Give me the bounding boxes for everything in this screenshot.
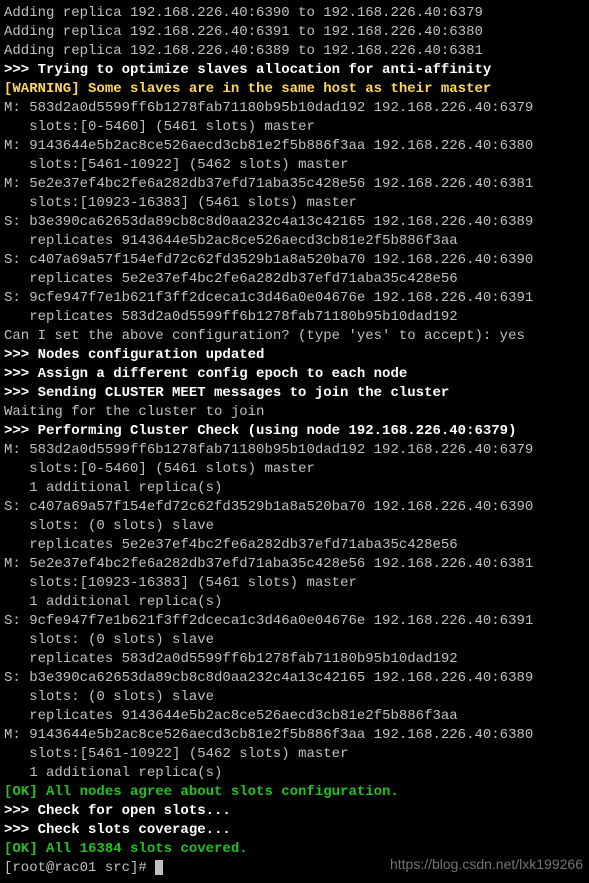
node-line: slots:[0-5460] (5461 slots) master [4,118,585,137]
node-line: S: 9cfe947f7e1b621f3ff2dceca1c3d46a0e046… [4,612,585,631]
node-line: slots: (0 slots) slave [4,631,585,650]
node-line: S: 9cfe947f7e1b621f3ff2dceca1c3d46a0e046… [4,289,585,308]
status-updated: >>> Nodes configuration updated [4,346,585,365]
node-line: M: 9143644e5b2ac8ce526aecd3cb81e2f5b886f… [4,137,585,156]
prompt-text: [root@rac01 src]# [4,860,155,876]
node-line: 1 additional replica(s) [4,593,585,612]
check-open-slots: >>> Check for open slots... [4,802,585,821]
node-line: M: 9143644e5b2ac8ce526aecd3cb81e2f5b886f… [4,726,585,745]
node-line: slots:[5461-10922] (5462 slots) master [4,156,585,175]
node-line: replicates 5e2e37ef4bc2fe6a282db37efd71a… [4,270,585,289]
warning-line: [WARNING] Some slaves are in the same ho… [4,80,585,99]
waiting-line: Waiting for the cluster to join [4,403,585,422]
log-line: Adding replica 192.168.226.40:6389 to 19… [4,42,585,61]
watermark-text: https://blog.csdn.net/lxk199266 [390,855,583,874]
node-line: S: c407a69a57f154efd72c62fd3529b1a8a520b… [4,251,585,270]
node-line: slots:[10923-16383] (5461 slots) master [4,194,585,213]
confirm-prompt: Can I set the above configuration? (type… [4,327,585,346]
log-line: Adding replica 192.168.226.40:6391 to 19… [4,23,585,42]
node-line: S: b3e390ca62653da89cb8c8d0aa232c4a13c42… [4,669,585,688]
node-line: M: 583d2a0d5599ff6b1278fab71180b95b10dad… [4,441,585,460]
node-line: replicates 9143644e5b2ac8ce526aecd3cb81e… [4,232,585,251]
node-line: S: c407a69a57f154efd72c62fd3529b1a8a520b… [4,498,585,517]
status-optimize: >>> Trying to optimize slaves allocation… [4,61,585,80]
check-coverage: >>> Check slots coverage... [4,821,585,840]
node-line: S: b3e390ca62653da89cb8c8d0aa232c4a13c42… [4,213,585,232]
node-line: 1 additional replica(s) [4,764,585,783]
node-line: slots:[10923-16383] (5461 slots) master [4,574,585,593]
node-line: replicates 9143644e5b2ac8ce526aecd3cb81e… [4,707,585,726]
log-line: Adding replica 192.168.226.40:6390 to 19… [4,4,585,23]
node-line: M: 583d2a0d5599ff6b1278fab71180b95b10dad… [4,99,585,118]
node-line: replicates 583d2a0d5599ff6b1278fab71180b… [4,308,585,327]
warning-text: Some slaves are in the same host as thei… [80,81,492,97]
node-line: M: 5e2e37ef4bc2fe6a282db37efd71aba35c428… [4,555,585,574]
node-line: slots:[5461-10922] (5462 slots) master [4,745,585,764]
node-line: 1 additional replica(s) [4,479,585,498]
warning-prefix: [WARNING] [4,81,80,97]
node-line: slots: (0 slots) slave [4,688,585,707]
terminal-output: Adding replica 192.168.226.40:6390 to 19… [4,4,585,878]
ok-slots-agree: [OK] All nodes agree about slots configu… [4,783,585,802]
node-line: replicates 583d2a0d5599ff6b1278fab71180b… [4,650,585,669]
status-epoch: >>> Assign a different config epoch to e… [4,365,585,384]
cluster-check-header: >>> Performing Cluster Check (using node… [4,422,585,441]
node-line: M: 5e2e37ef4bc2fe6a282db37efd71aba35c428… [4,175,585,194]
node-line: replicates 5e2e37ef4bc2fe6a282db37efd71a… [4,536,585,555]
cursor-icon [155,860,163,875]
node-line: slots: (0 slots) slave [4,517,585,536]
node-line: slots:[0-5460] (5461 slots) master [4,460,585,479]
status-meet: >>> Sending CLUSTER MEET messages to joi… [4,384,585,403]
